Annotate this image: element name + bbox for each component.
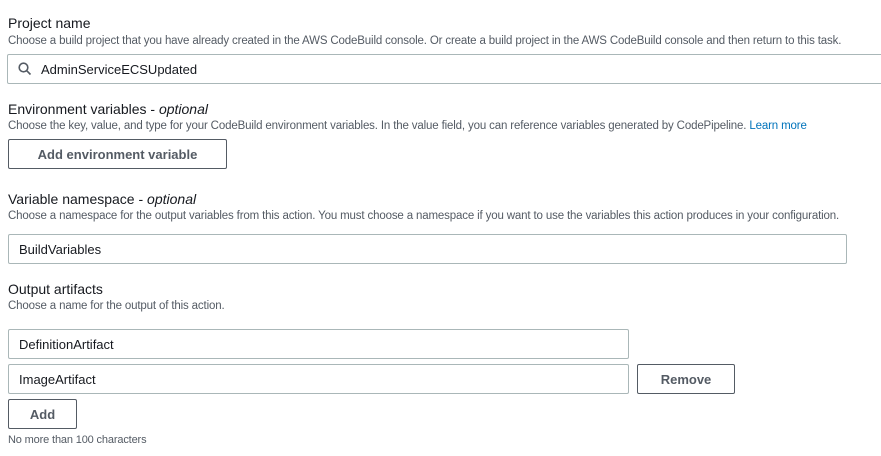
project-name-search-input[interactable]: AdminServiceECSUpdated	[7, 54, 881, 84]
env-vars-description-text: Choose the key, value, and type for your…	[8, 120, 750, 132]
output-artifacts-label: Output artifacts	[8, 281, 103, 297]
variable-namespace-input[interactable]: BuildVariables	[8, 234, 847, 264]
search-icon	[18, 62, 32, 76]
learn-more-link[interactable]: Learn more	[749, 120, 806, 132]
variable-namespace-label: Variable namespace - optional	[8, 191, 196, 207]
env-vars-description: Choose the key, value, and type for your…	[8, 120, 807, 132]
output-artifacts-description: Choose a name for the output of this act…	[8, 300, 225, 312]
project-name-description: Choose a build project that you have alr…	[8, 35, 842, 47]
env-vars-label-text: Environment variables -	[8, 101, 159, 117]
variable-namespace-label-text: Variable namespace -	[8, 191, 148, 207]
add-environment-variable-button[interactable]: Add environment variable	[8, 139, 227, 169]
remove-artifact-button[interactable]: Remove	[637, 364, 735, 394]
variable-namespace-description: Choose a namespace for the output variab…	[8, 210, 840, 222]
artifact-hint: No more than 100 characters	[8, 434, 147, 446]
env-vars-label: Environment variables - optional	[8, 101, 208, 117]
artifact-input-2[interactable]: ImageArtifact	[8, 364, 629, 394]
project-name-label: Project name	[8, 15, 91, 31]
artifact-input-1[interactable]: DefinitionArtifact	[8, 329, 629, 359]
add-artifact-button[interactable]: Add	[8, 399, 77, 429]
optional-tag: optional	[158, 101, 208, 117]
project-name-value: AdminServiceECSUpdated	[41, 61, 198, 77]
optional-tag: optional	[147, 191, 197, 207]
